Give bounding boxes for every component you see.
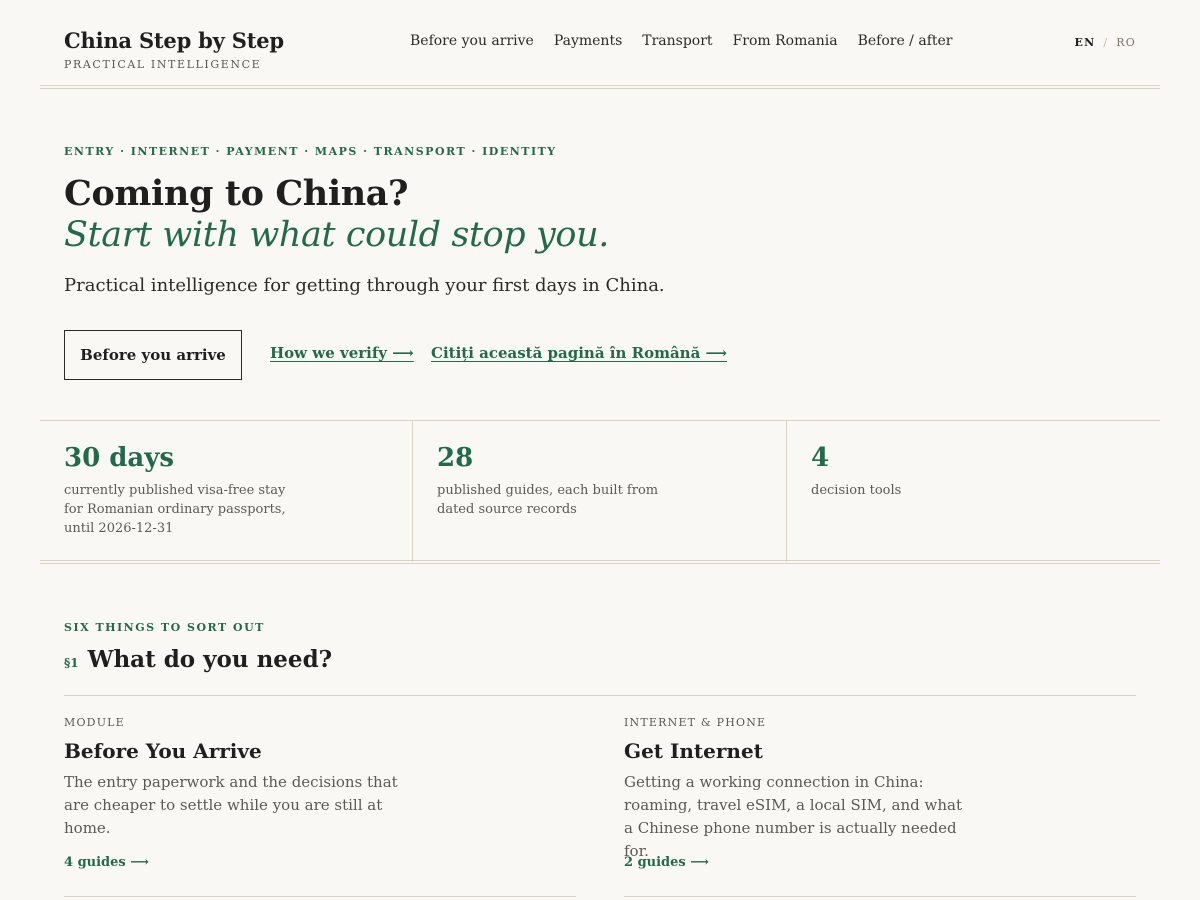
stat-desc: currently published visa-free stay for R… xyxy=(64,483,286,536)
module-card-before-you-arrive[interactable]: MODULE Before You Arrive The entry paper… xyxy=(64,716,576,897)
site-header: China Step by Step PRACTICAL INTELLIGENC… xyxy=(0,0,1200,88)
lang-separator: / xyxy=(1103,36,1109,49)
lang-ro-link[interactable]: RO xyxy=(1116,36,1136,49)
module-card-get-internet[interactable]: INTERNET & PHONE Get Internet Getting a … xyxy=(624,716,1136,897)
before-you-arrive-button[interactable]: Before you arrive xyxy=(64,330,242,380)
nav-transport[interactable]: Transport xyxy=(642,33,712,49)
stat-value: 4 xyxy=(811,443,830,473)
stat-value: 28 xyxy=(437,443,474,473)
nav-before-you-arrive[interactable]: Before you arrive xyxy=(410,33,534,49)
card-tag: INTERNET & PHONE xyxy=(624,716,767,729)
stat-value: 30 days xyxy=(64,443,175,473)
card-guides-link[interactable]: 4 guides ⟶ xyxy=(64,855,149,870)
card-desc: The entry paperwork and the decisions th… xyxy=(64,773,398,837)
card-title[interactable]: Before You Arrive xyxy=(64,739,576,763)
card-guides-link[interactable]: 2 guides ⟶ xyxy=(624,855,709,870)
hero-subtitle: Start with what could stop you. xyxy=(64,215,609,255)
card-desc: Getting a working connection in China: r… xyxy=(624,773,962,860)
section-eyebrow: SIX THINGS TO SORT OUT xyxy=(64,621,265,634)
card-tag: MODULE xyxy=(64,716,125,729)
stat-guides: 28 published guides, each built from dat… xyxy=(413,421,787,562)
stat-desc: published guides, each built from dated … xyxy=(437,483,659,517)
stats-strip: 30 days currently published visa-free st… xyxy=(40,420,1160,562)
how-we-verify-link[interactable]: How we verify ⟶ xyxy=(270,344,414,362)
stat-tools: 4 decision tools xyxy=(787,421,1160,562)
section-title: What do you need? xyxy=(87,646,333,673)
language-switcher: EN / RO xyxy=(1075,36,1136,49)
stat-visa-free: 30 days currently published visa-free st… xyxy=(40,421,413,562)
hero-eyebrow: ENTRY · INTERNET · PAYMENT · MAPS · TRAN… xyxy=(64,145,557,158)
nav-before-after[interactable]: Before / after xyxy=(858,33,953,49)
brand-name[interactable]: China Step by Step xyxy=(64,28,284,53)
section-number: §1 xyxy=(64,656,79,670)
nav-payments[interactable]: Payments xyxy=(554,33,622,49)
lang-en-link[interactable]: EN xyxy=(1075,36,1096,49)
hero-lead: Practical intelligence for getting throu… xyxy=(64,275,665,296)
hero-title: Coming to China? xyxy=(64,173,409,214)
stat-desc: decision tools xyxy=(811,483,902,498)
card-title[interactable]: Get Internet xyxy=(624,739,1136,763)
brand-tagline: PRACTICAL INTELLIGENCE xyxy=(64,58,262,71)
main-nav: Before you arrive Payments Transport Fro… xyxy=(410,33,952,49)
romanian-page-link[interactable]: Citiți această pagină în Română ⟶ xyxy=(431,344,727,362)
header-divider xyxy=(40,85,1160,89)
section-rule xyxy=(64,695,1136,696)
section-heading: §1 What do you need? xyxy=(64,646,332,673)
nav-from-romania[interactable]: From Romania xyxy=(733,33,838,49)
stats-divider xyxy=(40,560,1160,564)
brand[interactable]: China Step by Step PRACTICAL INTELLIGENC… xyxy=(64,28,284,71)
